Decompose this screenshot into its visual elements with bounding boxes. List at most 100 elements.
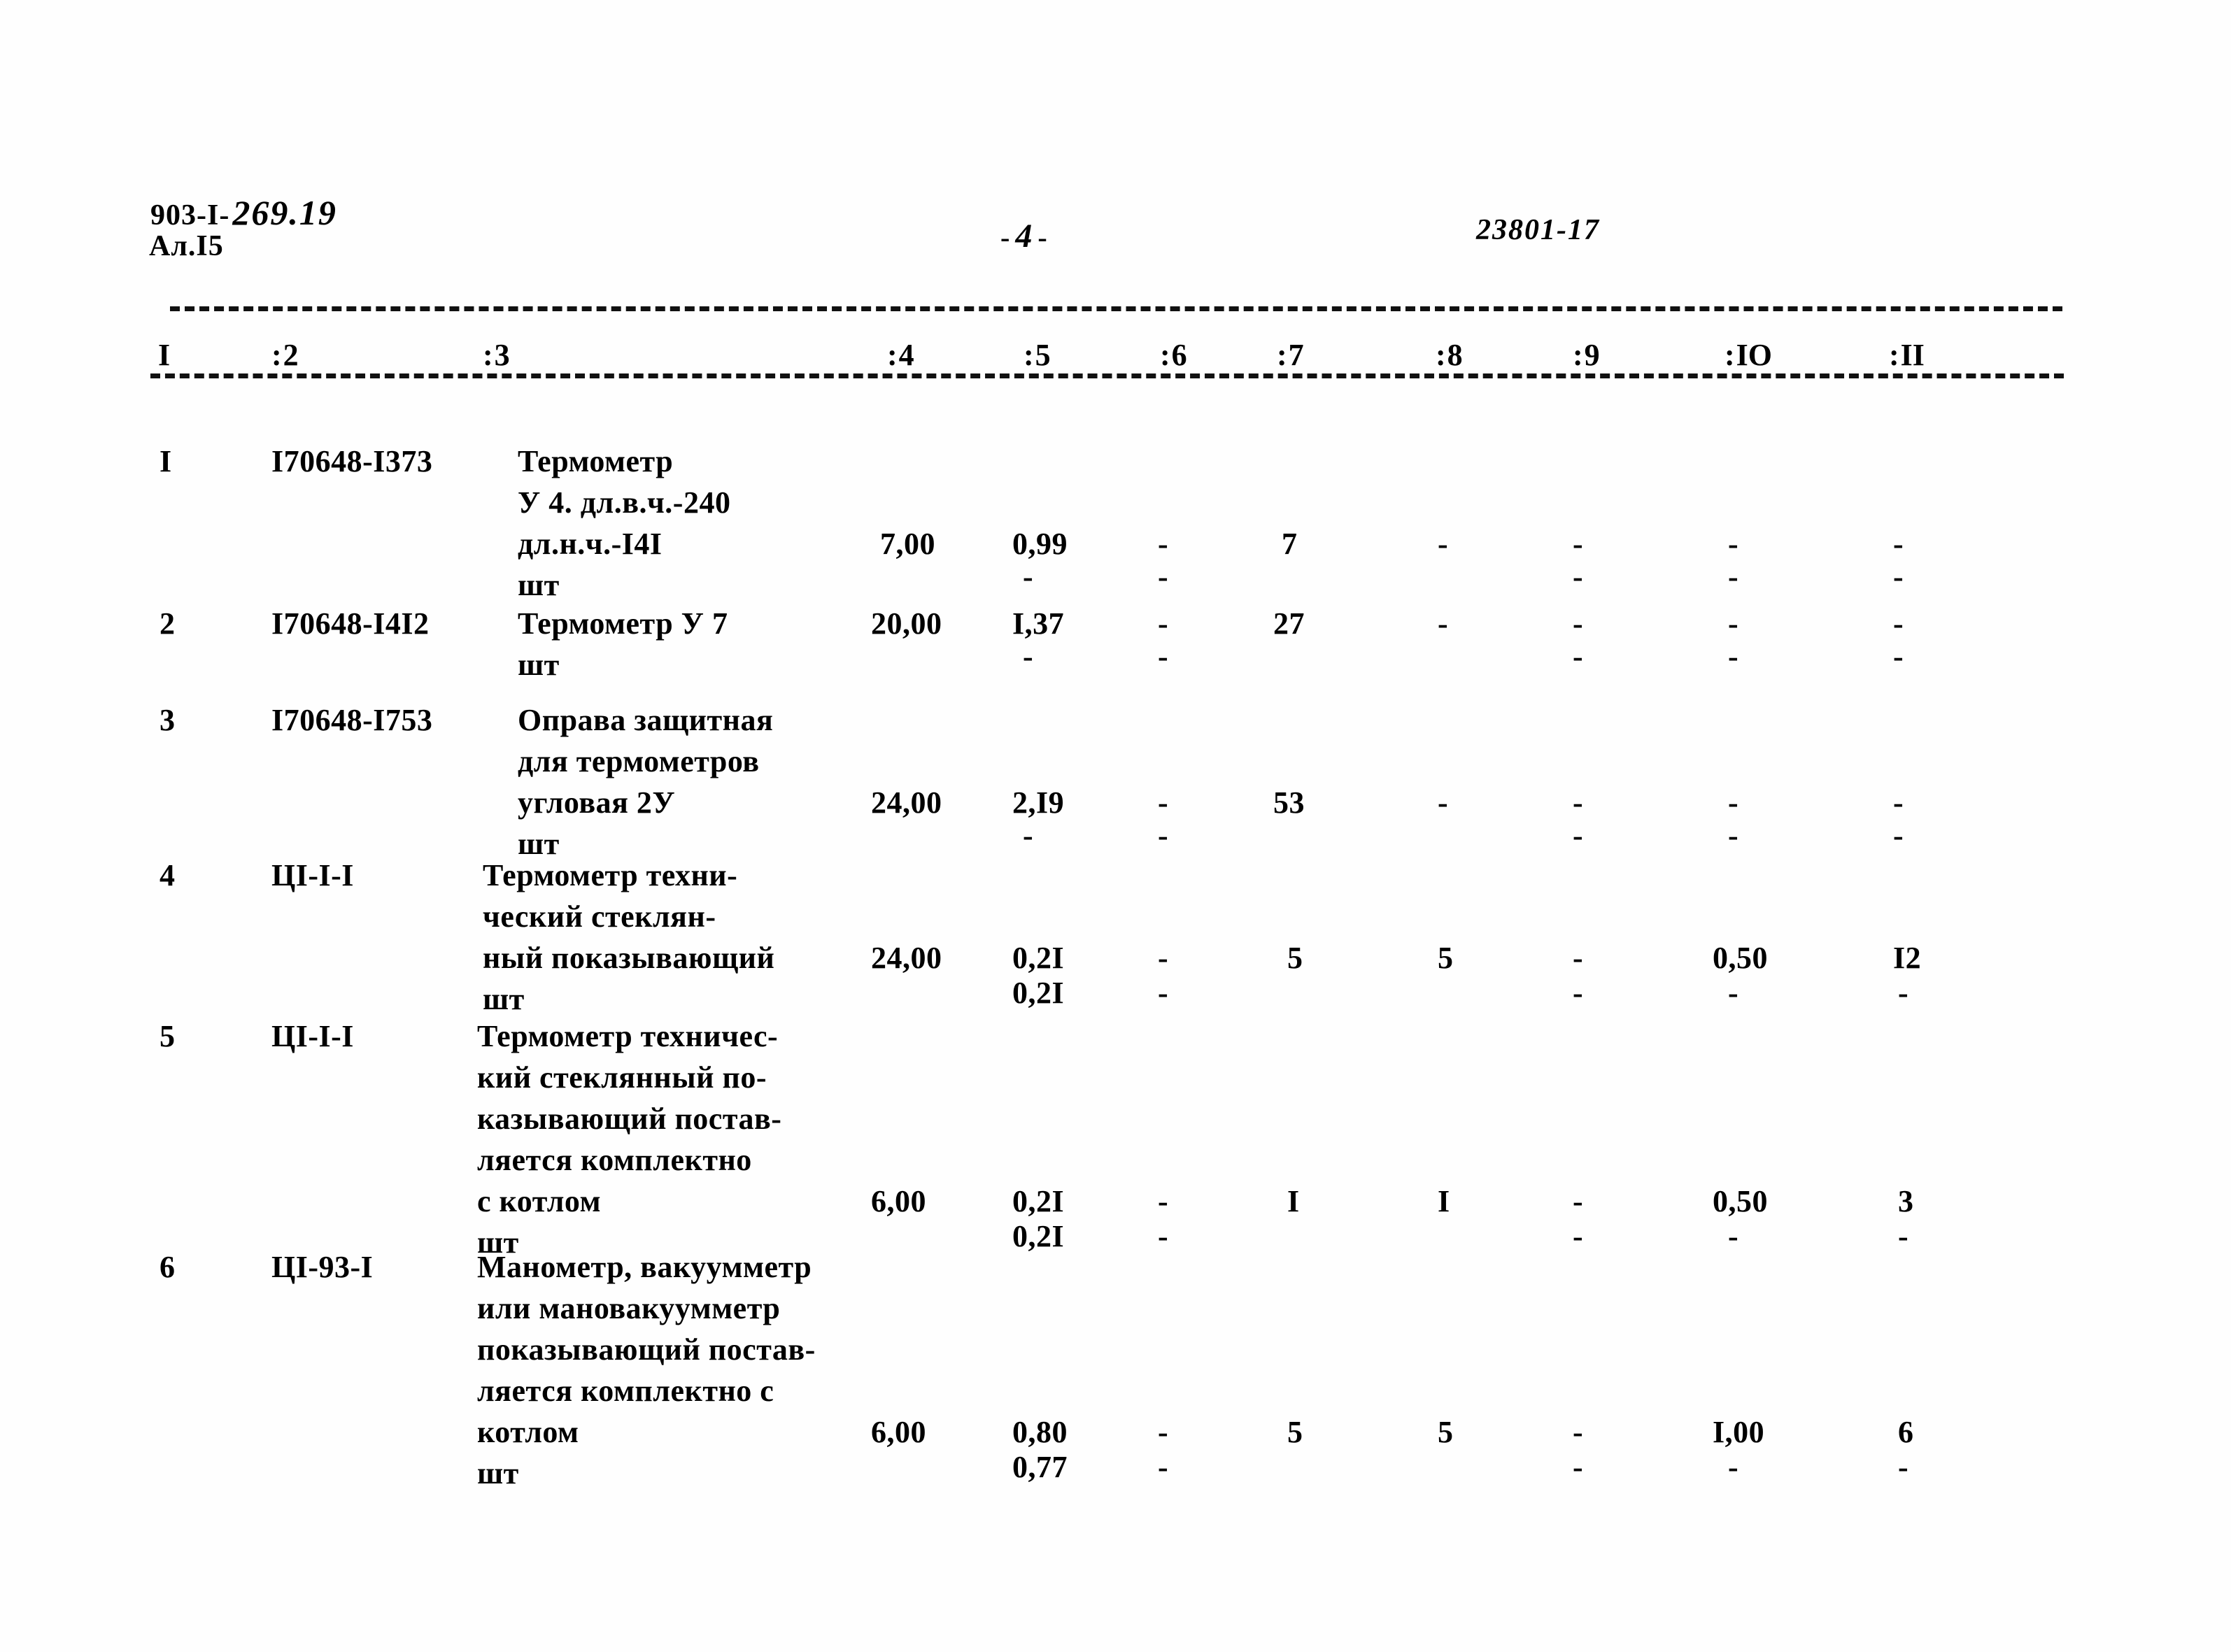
row-col7-value: 53	[1273, 785, 1305, 820]
row-col7-value: 27	[1273, 606, 1305, 641]
column-header-6-colon: :	[1160, 338, 1170, 372]
row-description-line: показывающий постав-	[477, 1329, 925, 1370]
row-col10-value: 0,50	[1713, 1184, 1768, 1218]
column-header-7: :7	[1277, 337, 1304, 373]
column-header-4: :4	[887, 337, 914, 373]
row-col11-value-sub: -	[1893, 818, 1904, 853]
column-header-6: :6	[1160, 337, 1187, 373]
row-description-line: для термометров	[518, 741, 965, 782]
row-description: Оправа защитная	[518, 699, 965, 741]
scanned-page: 903-I-269.19 Ал.I5 -4- 23801-17 I :2 :3 …	[0, 0, 2231, 1652]
sheet-label: Ал.I5	[149, 230, 224, 262]
desc-line-2: для термометров	[518, 744, 760, 778]
row-description-line: ческий стеклян-	[483, 896, 930, 937]
desc-line-1: Термометр У 7	[518, 606, 728, 641]
row-description: Термометр техничес-	[477, 1016, 925, 1057]
column-header-10: :IO	[1724, 337, 1772, 373]
row-col9-value-sub: -	[1573, 1219, 1584, 1253]
column-header-9: :9	[1573, 337, 1600, 373]
column-header-9-colon: :	[1573, 338, 1583, 372]
desc-line-1: Термометр техни-	[483, 858, 738, 892]
desc-line-2: или мановакуумметр	[477, 1291, 781, 1325]
desc-line-3: ный показывающий	[483, 941, 775, 975]
column-header-7-colon: :	[1277, 338, 1287, 372]
column-header-7-label: 7	[1288, 338, 1304, 372]
row-col11-value-sub: -	[1893, 560, 1904, 594]
row-col6-value-sub: -	[1158, 818, 1169, 853]
row-description-line: У 4. дл.в.ч.-240	[518, 482, 965, 523]
column-header-5-label: 5	[1035, 338, 1051, 372]
row-unit: шт	[518, 648, 560, 682]
document-code-typed: 903-I-	[150, 199, 230, 232]
column-header-11-colon: :	[1889, 338, 1899, 372]
row-unit: шт	[518, 568, 560, 602]
row-col10-value-sub: -	[1728, 976, 1739, 1010]
desc-line-2: кий стеклянный по-	[477, 1060, 767, 1095]
row-col8-value: 5	[1438, 941, 1454, 975]
column-header-10-label: IO	[1736, 338, 1773, 372]
row-col5-value-sub: -	[1023, 818, 1034, 853]
desc-line-3: дл.н.ч.-I4I	[518, 527, 663, 561]
row-col4-value: 24,00	[871, 941, 942, 975]
page-dash-left: -	[1000, 222, 1016, 253]
column-header-9-label: 9	[1584, 338, 1600, 372]
column-header-10-colon: :	[1724, 338, 1735, 372]
row-description-line: или мановакуумметр	[477, 1288, 925, 1329]
desc-line-4: ляется комплектно	[477, 1143, 752, 1177]
row-col6-value-sub: -	[1158, 639, 1169, 674]
column-header-8: :8	[1436, 337, 1463, 373]
row-col8-value: -	[1438, 606, 1449, 641]
row-description-line: котлом	[477, 1411, 925, 1453]
column-header-11: :II	[1889, 337, 1925, 373]
row-col9-value-sub: -	[1573, 560, 1584, 594]
row-col4-value: 20,00	[871, 606, 942, 641]
row-col7-value: I	[1287, 1184, 1300, 1218]
row-col6-value-sub: -	[1158, 560, 1169, 594]
column-header-8-colon: :	[1436, 338, 1446, 372]
column-header-2-colon: :	[271, 338, 282, 372]
row-col8-value: -	[1438, 785, 1449, 820]
table-header-divider	[150, 373, 2064, 378]
row-col5-value: 0,99	[1012, 527, 1068, 561]
row-col10-value-sub: -	[1728, 1219, 1739, 1253]
column-header-3-label: 3	[494, 338, 510, 372]
desc-line-1: Термометр	[518, 444, 674, 478]
row-col10-value-sub: -	[1728, 639, 1739, 674]
row-col6-value-sub: -	[1158, 1450, 1169, 1484]
row-description-line: с котлом	[477, 1181, 925, 1222]
column-header-3-colon: :	[483, 338, 493, 372]
desc-line-4: ляется комплектно с	[477, 1374, 774, 1408]
desc-line-3: показывающий постав-	[477, 1332, 816, 1367]
column-header-1-label: I	[158, 338, 171, 372]
row-col9-value-sub: -	[1573, 639, 1584, 674]
row-col10-value-sub: -	[1728, 1450, 1739, 1484]
row-number: 4	[160, 858, 176, 892]
row-col6-value-sub: -	[1158, 976, 1169, 1010]
column-header-2-label: 2	[283, 338, 299, 372]
row-col5-value: 2,I9	[1012, 785, 1065, 820]
row-col5-value-sub: 0,2I	[1012, 976, 1065, 1010]
row-description-line: ный показывающий	[483, 937, 930, 978]
column-header-1: I	[158, 337, 170, 373]
row-col11-value-sub: -	[1898, 1450, 1909, 1484]
row-number: 2	[160, 606, 176, 641]
page-number: 4	[1015, 218, 1038, 255]
desc-line-5: с котлом	[477, 1184, 602, 1218]
page-dash-right: -	[1037, 222, 1053, 253]
row-unit: шт	[477, 1456, 519, 1490]
row-col9-value-sub: -	[1573, 976, 1584, 1010]
row-col5-value-sub: 0,77	[1012, 1450, 1068, 1484]
row-col4-value: 24,00	[871, 785, 942, 820]
row-col6-value-sub: -	[1158, 1219, 1169, 1253]
row-col7-value: 7	[1282, 527, 1298, 561]
row-description: Термометр	[518, 441, 965, 482]
row-col10-value: 0,50	[1713, 941, 1768, 975]
desc-line-1: Оправа защитная	[518, 703, 774, 737]
row-col4-value: 6,00	[871, 1184, 926, 1218]
desc-line-2: ческий стеклян-	[483, 899, 716, 934]
desc-line-1: Манометр, вакуумметр	[477, 1250, 812, 1284]
row-col5-value: I,37	[1012, 606, 1065, 641]
column-header-8-label: 8	[1447, 338, 1463, 372]
archive-stamp: 23801-17	[1476, 214, 1600, 246]
row-description-line: ляется комплектно с	[477, 1370, 925, 1411]
